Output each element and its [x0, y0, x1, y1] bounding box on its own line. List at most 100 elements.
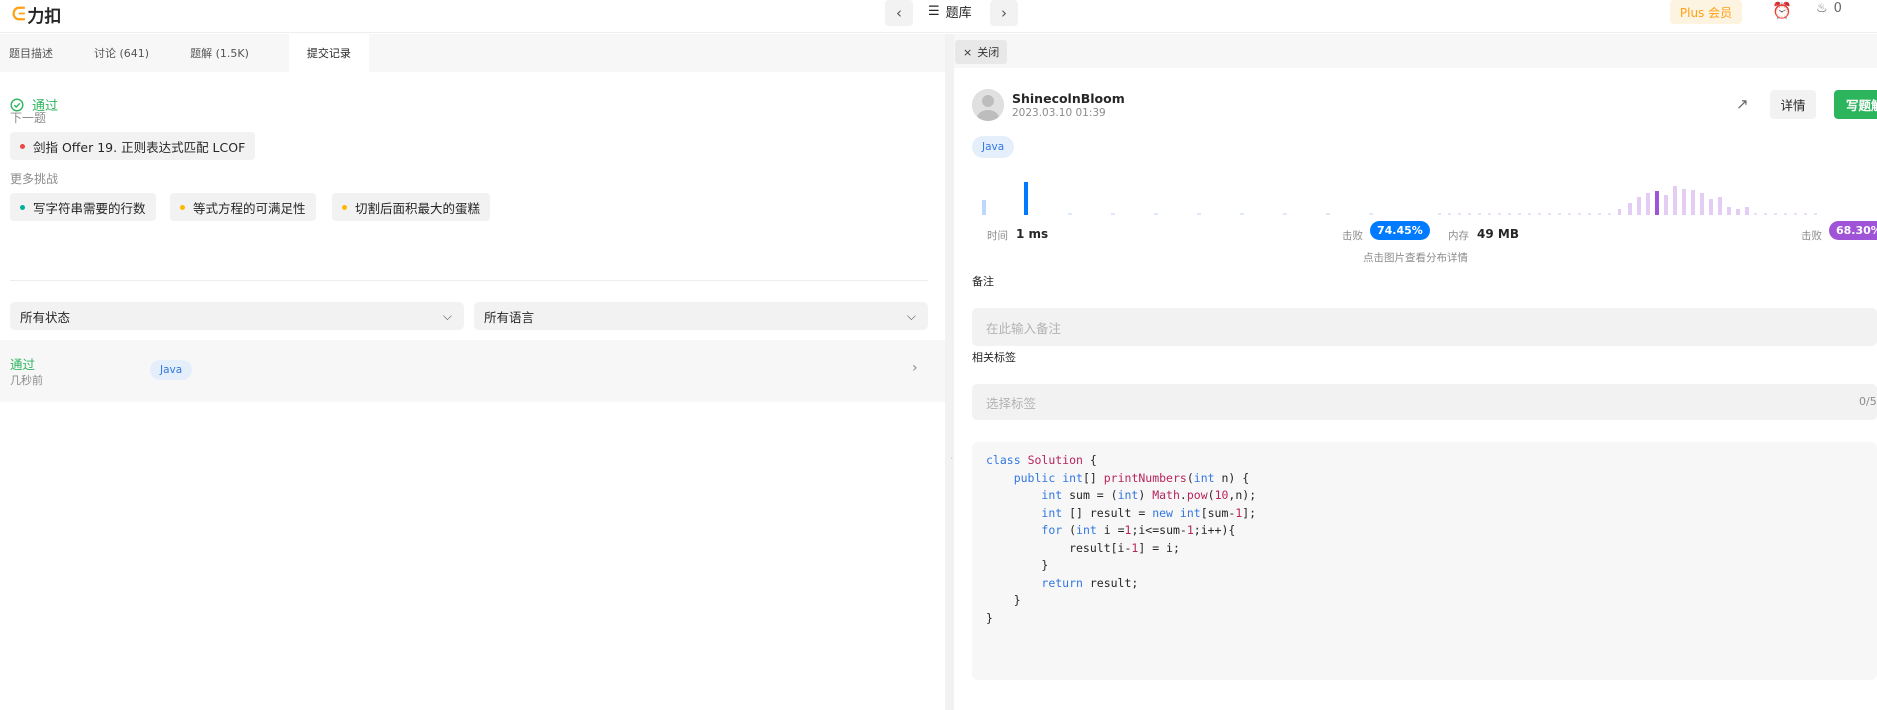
- alarm-clock-icon[interactable]: ⏰: [1772, 1, 1792, 20]
- share-icon[interactable]: ↗: [1736, 95, 1749, 113]
- status-filter-value: 所有状态: [20, 309, 71, 325]
- problem-list-label: 题库: [945, 6, 972, 21]
- tags-label: 相关标签: [972, 351, 1016, 364]
- memory-bar: [1528, 213, 1531, 215]
- memory-bar: [1637, 197, 1641, 215]
- tags-select[interactable]: 选择标签: [972, 384, 1877, 420]
- memory-bar: [1468, 213, 1471, 215]
- memory-bar: [1538, 213, 1541, 215]
- challenge-chip[interactable]: 写字符串需要的行数: [10, 193, 156, 221]
- status-filter-select[interactable]: 所有状态 ⌵: [10, 302, 464, 330]
- memory-bar: [1814, 213, 1817, 215]
- left-tab-bar: 题目描述 讨论 (641) 题解 (1.5K) 提交记录: [0, 34, 945, 72]
- note-label: 备注: [972, 275, 994, 288]
- runtime-bar: [1240, 213, 1244, 215]
- memory-bar: [1745, 207, 1749, 215]
- more-challenges-label: 更多挑战: [10, 172, 59, 186]
- memory-beat-label: 击败: [1801, 230, 1822, 242]
- leetcode-logo[interactable]: ᕮ 力扣: [12, 2, 61, 27]
- chevron-down-icon: ⌵: [442, 308, 452, 323]
- challenge-chip[interactable]: 切割后面积最大的蛋糕: [332, 193, 491, 221]
- memory-bar: [1598, 213, 1601, 215]
- tab-description[interactable]: 题目描述: [0, 34, 69, 72]
- memory-bar: [1608, 213, 1611, 215]
- write-solution-button[interactable]: 写题解: [1834, 90, 1877, 119]
- memory-bar: [1804, 213, 1807, 215]
- memory-bar: [1727, 207, 1731, 215]
- runtime-bar: [1111, 213, 1115, 215]
- runtime-bar: [1197, 213, 1201, 215]
- runtime-beat-badge: 74.45%: [1370, 221, 1430, 240]
- memory-bar: [1448, 213, 1451, 215]
- challenge-chip[interactable]: 等式方程的可满足性: [170, 193, 316, 221]
- tab-discussion[interactable]: 讨论 (641): [85, 34, 165, 72]
- divider: [10, 280, 928, 281]
- challenge-title: 切割后面积最大的蛋糕: [355, 200, 481, 216]
- language-filter-value: 所有语言: [484, 309, 535, 325]
- logo-icon: ᕮ: [12, 4, 26, 25]
- memory-bar: [1718, 197, 1722, 215]
- memory-bar: [1458, 213, 1461, 215]
- chart-hint: 点击图片查看分布详情: [1363, 252, 1468, 264]
- next-problem-chip[interactable]: 剑指 Offer 19. 正则表达式匹配 LCOF: [10, 132, 256, 160]
- memory-bar: [1764, 213, 1767, 215]
- code-block[interactable]: class Solution { public int[] printNumbe…: [972, 442, 1877, 680]
- memory-label: 内存: [1448, 230, 1469, 242]
- difficulty-medium-dot: [342, 204, 347, 210]
- submission-language-badge: Java: [150, 360, 193, 380]
- panel-resizer[interactable]: [945, 34, 954, 710]
- chevron-right-icon: ›: [912, 360, 918, 376]
- memory-bar: [1578, 213, 1581, 215]
- chevron-left-icon: ‹: [896, 4, 902, 22]
- tab-submissions[interactable]: 提交记录: [288, 34, 369, 72]
- distribution-chart[interactable]: [972, 169, 1877, 254]
- tab-solutions[interactable]: 题解 (1.5K): [181, 34, 265, 72]
- streak-count: 0: [1833, 1, 1842, 16]
- memory-distribution-bars: [1438, 186, 1817, 215]
- memory-bar-highlight: [1655, 191, 1659, 215]
- difficulty-hard-dot: [20, 143, 25, 149]
- runtime-distribution-bars: [982, 182, 1373, 215]
- plus-member-button[interactable]: Plus 会员: [1670, 0, 1742, 24]
- runtime-bar: [982, 200, 986, 215]
- language-filter-select[interactable]: 所有语言 ⌵: [474, 302, 928, 330]
- note-input[interactable]: 在此输入备注: [972, 308, 1877, 346]
- right-tab-bar: × 关闭: [954, 34, 1877, 68]
- submission-time: 几秒前: [10, 374, 43, 387]
- memory-bar: [1508, 213, 1511, 215]
- memory-bar: [1784, 213, 1787, 215]
- list-icon: ☰: [928, 4, 940, 19]
- memory-bar: [1628, 203, 1632, 215]
- memory-bar: [1664, 195, 1668, 215]
- memory-bar: [1646, 193, 1650, 215]
- problem-list-button[interactable]: ☰ 题库: [928, 2, 972, 21]
- runtime-bar: [1068, 213, 1072, 215]
- challenge-title: 等式方程的可满足性: [193, 200, 306, 216]
- memory-bar: [1736, 209, 1740, 215]
- user-name[interactable]: ShinecolnBloom: [1012, 91, 1125, 106]
- memory-bar: [1618, 209, 1621, 215]
- tags-placeholder: 选择标签: [986, 395, 1037, 411]
- next-problem-title: 剑指 Offer 19. 正则表达式匹配 LCOF: [33, 139, 246, 155]
- difficulty-easy-dot: [20, 204, 25, 210]
- language-badge: Java: [972, 136, 1015, 158]
- next-problem-button[interactable]: ›: [990, 0, 1018, 26]
- detail-button[interactable]: 详情: [1770, 90, 1816, 119]
- memory-bar: [1588, 213, 1591, 215]
- tags-counter: 0/5: [1859, 395, 1877, 408]
- avatar[interactable]: [972, 89, 1004, 121]
- close-button[interactable]: × 关闭: [955, 40, 1008, 64]
- streak-button[interactable]: ♨ 0: [1816, 1, 1842, 16]
- logo-text: 力扣: [27, 7, 62, 27]
- submission-row[interactable]: 通过 几秒前 Java ›: [0, 340, 945, 402]
- chevron-right-icon: ›: [1001, 4, 1007, 22]
- top-navbar: ᕮ 力扣 ‹ ☰ 题库 › Plus 会员 ⏰ ♨ 0: [0, 0, 1877, 33]
- left-panel: 题目描述 讨论 (641) 题解 (1.5K) 提交记录 通过 下一题 剑指 O…: [0, 34, 945, 710]
- memory-bar: [1488, 213, 1491, 215]
- submission-status: 通过: [10, 357, 36, 372]
- challenge-title: 写字符串需要的行数: [33, 200, 146, 216]
- prev-problem-button[interactable]: ‹: [885, 0, 913, 26]
- memory-bar: [1673, 186, 1677, 215]
- memory-beat-badge: 68.30%: [1829, 221, 1877, 240]
- memory-bar: [1438, 213, 1441, 215]
